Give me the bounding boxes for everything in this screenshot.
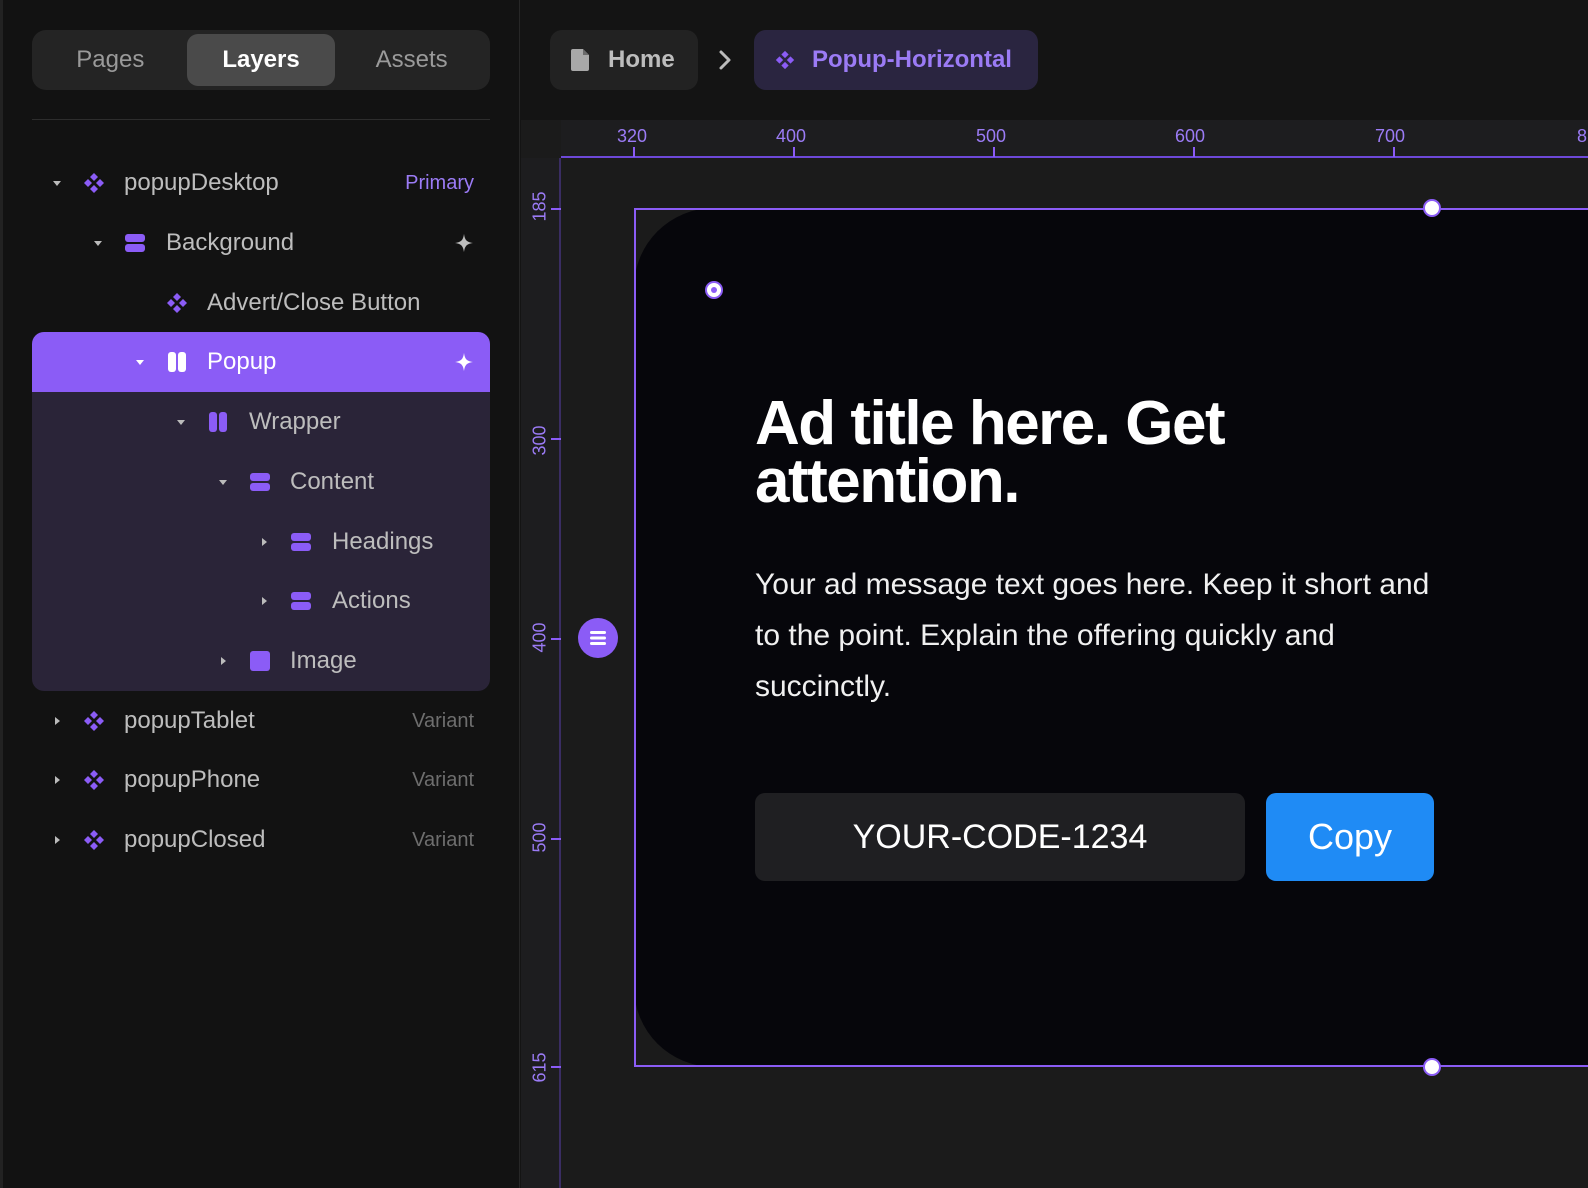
breadcrumb-home-label: Home	[608, 46, 675, 73]
ad-title: Ad title here. Get attention.	[755, 389, 1226, 516]
layer-row-wrapper[interactable]: Wrapper	[32, 392, 490, 452]
layer-label: Popup	[207, 348, 277, 375]
menu-icon	[590, 631, 606, 645]
chevron-right-icon	[719, 50, 731, 70]
layer-row-headings[interactable]: Headings	[32, 512, 490, 572]
ruler-tick-label: 320	[617, 126, 648, 146]
component-icon	[775, 50, 795, 70]
layer-label: Image	[290, 647, 357, 674]
ruler-tick	[551, 1066, 561, 1068]
corner-radius-handle[interactable]	[705, 281, 723, 299]
caret-right-icon[interactable]	[50, 773, 64, 787]
layer-label: Headings	[332, 528, 434, 555]
layer-label: Advert/Close Button	[207, 289, 421, 316]
tab-pages[interactable]: Pages	[36, 34, 185, 86]
layer-label: Wrapper	[249, 408, 341, 435]
add-icon[interactable]	[452, 231, 476, 255]
tab-assets[interactable]: Assets	[337, 34, 486, 86]
ruler-top	[561, 120, 1588, 158]
variant-badge: Variant	[412, 768, 474, 791]
layer-label: popupDesktop	[124, 169, 279, 196]
caret-right-icon[interactable]	[50, 714, 64, 728]
ruler-tick-label: 185	[529, 191, 550, 222]
layer-row-popuptablet[interactable]: popupTablet Variant	[32, 691, 490, 751]
ruler-tick-label: 300	[529, 425, 550, 456]
layer-row-content[interactable]: Content	[32, 452, 490, 512]
stack-icon	[123, 231, 147, 255]
ruler-left	[521, 158, 561, 1188]
file-icon	[571, 49, 589, 71]
variant-badge: Variant	[412, 709, 474, 732]
caret-down-icon[interactable]	[216, 475, 230, 489]
ruler-tick	[633, 147, 635, 157]
layer-label: Background	[166, 229, 295, 256]
add-icon[interactable]	[452, 350, 476, 374]
caret-down-icon[interactable]	[50, 176, 64, 190]
layout-menu-button[interactable]	[578, 618, 618, 658]
ruler-tick	[551, 638, 561, 640]
ruler-tick-label: 600	[1175, 126, 1206, 146]
frame-icon	[248, 649, 272, 673]
component-icon	[82, 709, 106, 733]
resize-handle-bottom[interactable]	[1423, 1058, 1441, 1076]
layer-row-image[interactable]: Image	[32, 631, 490, 691]
ruler-tick	[793, 147, 795, 157]
caret-down-icon[interactable]	[133, 355, 147, 369]
stack-icon	[289, 589, 313, 613]
resize-handle-top[interactable]	[1423, 199, 1441, 217]
copy-button[interactable]: Copy	[1266, 793, 1434, 881]
layer-row-popupphone[interactable]: popupPhone Variant	[32, 750, 490, 810]
caret-right-icon[interactable]	[216, 654, 230, 668]
stack-icon	[289, 530, 313, 554]
caret-right-icon[interactable]	[257, 535, 271, 549]
layer-label: popupTablet	[124, 707, 255, 734]
tab-layers[interactable]: Layers	[186, 34, 336, 86]
promo-code-field[interactable]: YOUR-CODE-1234	[755, 793, 1245, 881]
variant-badge: Variant	[412, 828, 474, 851]
ruler-tick	[551, 438, 561, 440]
component-icon	[82, 828, 106, 852]
stack-icon	[248, 470, 272, 494]
ruler-tick	[551, 838, 561, 840]
breadcrumb-home[interactable]: Home	[550, 30, 698, 90]
layer-row-background[interactable]: Background	[32, 213, 490, 273]
layer-row-advert-close-button[interactable]: Advert/Close Button	[32, 273, 490, 333]
breadcrumb-current[interactable]: Popup-Horizontal	[754, 30, 1038, 90]
panel-divider	[32, 119, 490, 120]
layer-label: Actions	[332, 587, 411, 614]
breadcrumb-current-label: Popup-Horizontal	[812, 46, 1012, 73]
panel-tabs: Pages Layers Assets	[32, 30, 490, 90]
layer-row-popup[interactable]: Popup	[32, 332, 490, 392]
ad-message: Your ad message text goes here. Keep it …	[755, 568, 1430, 703]
caret-down-icon[interactable]	[91, 236, 105, 250]
caret-down-icon[interactable]	[174, 415, 188, 429]
layers-panel: Pages Layers Assets popupDesktop Primary…	[0, 0, 520, 1188]
ruler-tick-label: 700	[1375, 126, 1406, 146]
layer-label: popupClosed	[124, 826, 266, 853]
ruler-tick-label: 500	[976, 126, 1007, 146]
component-icon	[82, 171, 106, 195]
layer-row-popupclosed[interactable]: popupClosed Variant	[32, 810, 490, 870]
layer-row-popupdesktop[interactable]: popupDesktop Primary	[32, 153, 490, 213]
caret-right-icon[interactable]	[50, 833, 64, 847]
layer-label: popupPhone	[124, 766, 261, 793]
ruler-tick-label: 400	[529, 622, 550, 653]
ruler-tick-label: 615	[529, 1052, 550, 1083]
ruler-tick	[1193, 147, 1195, 157]
ruler-tick-label: 500	[529, 822, 550, 853]
layer-label: Content	[290, 468, 375, 495]
caret-right-icon[interactable]	[257, 594, 271, 608]
ruler-tick	[1393, 147, 1395, 157]
layer-row-actions[interactable]: Actions	[32, 571, 490, 631]
columns-icon	[165, 350, 189, 374]
primary-badge: Primary	[405, 171, 474, 194]
component-icon	[82, 768, 106, 792]
columns-icon	[206, 410, 230, 434]
ruler-tick	[551, 208, 561, 210]
ruler-tick-label: 8	[1577, 126, 1588, 146]
ruler-tick	[993, 147, 995, 157]
component-icon	[165, 291, 189, 315]
ruler-tick-label: 400	[776, 126, 807, 146]
